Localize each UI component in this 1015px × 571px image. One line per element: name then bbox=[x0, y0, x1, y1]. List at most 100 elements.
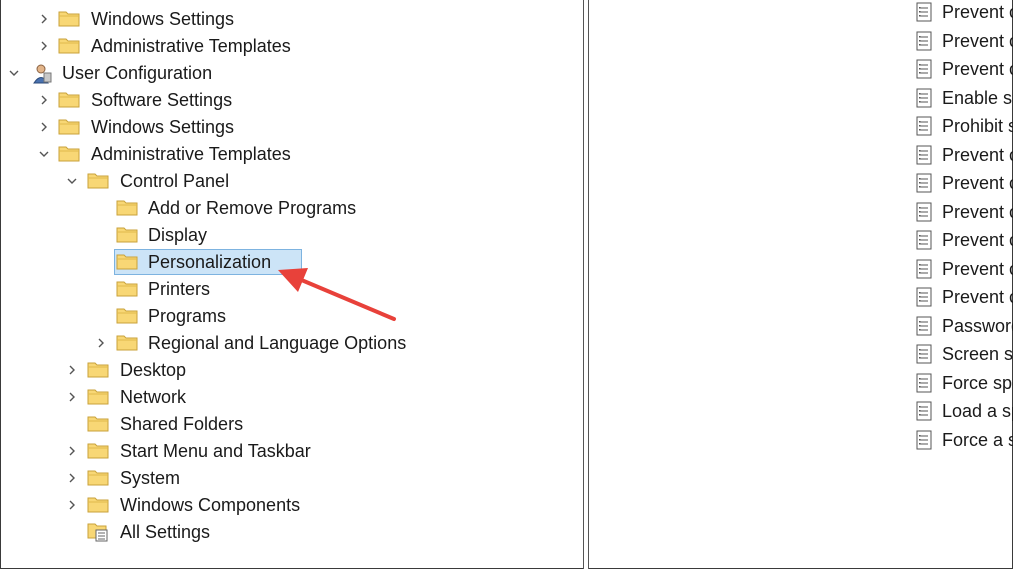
policy-label: Prevent c bbox=[942, 2, 1013, 22]
chevron-right-icon[interactable] bbox=[64, 443, 80, 459]
policy-setting-icon bbox=[916, 344, 932, 364]
policy-list-item[interactable]: Prevent c bbox=[916, 55, 1013, 83]
policy-setting-icon bbox=[916, 145, 932, 164]
chevron-down-icon[interactable] bbox=[6, 65, 22, 81]
tree-item-label: Administrative Templates bbox=[91, 144, 291, 164]
policy-label: Prevent c bbox=[942, 144, 1013, 165]
chevron-right-icon[interactable] bbox=[64, 362, 80, 378]
folder-icon bbox=[58, 144, 80, 162]
policy-label: Prevent c bbox=[942, 287, 1013, 307]
tree-item-label: Regional and Language Options bbox=[148, 333, 407, 353]
folder-icon bbox=[87, 171, 109, 189]
policy-label: Password bbox=[942, 315, 1013, 336]
folder-icon bbox=[87, 468, 109, 486]
policy-label: Force a sp bbox=[942, 429, 1013, 450]
chevron-down-icon[interactable] bbox=[36, 146, 52, 162]
policy-list-item[interactable]: Prohibit s bbox=[916, 112, 1013, 140]
policy-label: Prevent c bbox=[942, 230, 1013, 250]
chevron-right-icon[interactable] bbox=[64, 497, 80, 513]
chevron-down-icon[interactable] bbox=[64, 173, 80, 189]
policy-list-item[interactable]: Prevent c bbox=[916, 198, 1013, 226]
tree-item[interactable]: System bbox=[0, 465, 583, 492]
tree-item[interactable]: Administrative Templates bbox=[0, 33, 583, 60]
policy-setting-icon bbox=[916, 88, 932, 107]
policy-list-item[interactable]: Prevent c bbox=[916, 255, 1013, 283]
policy-list-item[interactable]: Prevent c bbox=[916, 27, 1013, 55]
policy-label: Enable sc bbox=[942, 87, 1013, 108]
tree-item-label: User Configuration bbox=[62, 63, 213, 83]
tree-item[interactable]: Start Menu and Taskbar bbox=[0, 438, 583, 465]
folder-icon bbox=[87, 441, 109, 459]
chevron-right-icon[interactable] bbox=[64, 470, 80, 486]
tree-item[interactable]: Network bbox=[0, 384, 583, 411]
policy-list-item[interactable]: Prevent c bbox=[916, 226, 1013, 254]
chevron-right-icon[interactable] bbox=[36, 38, 52, 54]
tree-item[interactable]: User Configuration bbox=[0, 60, 583, 87]
policy-list-item[interactable]: Password bbox=[916, 312, 1013, 340]
tree-item-label: Software Settings bbox=[91, 90, 233, 110]
policy-list-item[interactable]: Enable sc bbox=[916, 84, 1013, 112]
folder-icon bbox=[87, 495, 109, 513]
policy-setting-icon bbox=[916, 116, 932, 136]
tree-item[interactable]: Regional and Language Options bbox=[0, 330, 583, 357]
policy-setting-icon bbox=[916, 259, 932, 278]
chevron-right-icon[interactable] bbox=[36, 11, 52, 27]
pane-splitter[interactable] bbox=[583, 0, 589, 569]
policy-setting-icon bbox=[916, 287, 932, 307]
policy-list-item[interactable]: Prevent c bbox=[916, 141, 1013, 169]
policy-list-item[interactable]: Force spe bbox=[916, 369, 1013, 397]
tree-item[interactable]: All Settings bbox=[0, 519, 583, 546]
chevron-right-icon[interactable] bbox=[36, 119, 52, 135]
tree-item[interactable]: Windows Settings bbox=[0, 6, 583, 33]
tree-item-label: Control Panel bbox=[120, 171, 230, 191]
tree-item-label: Start Menu and Taskbar bbox=[120, 441, 311, 461]
policy-label: Prevent c bbox=[942, 59, 1013, 79]
tree-item-label: Display bbox=[148, 225, 208, 245]
tree-item[interactable]: Windows Components bbox=[0, 492, 583, 519]
tree-item[interactable]: Display bbox=[0, 222, 583, 249]
tree-item[interactable]: Shared Folders bbox=[0, 411, 583, 438]
chevron-right-icon[interactable] bbox=[36, 92, 52, 108]
policy-setting-icon bbox=[916, 373, 932, 392]
tree-item-label: All Settings bbox=[120, 522, 211, 542]
folder-icon bbox=[116, 252, 138, 270]
policy-list-item[interactable]: Force a sp bbox=[916, 426, 1013, 454]
policy-setting-icon bbox=[916, 59, 932, 79]
policy-list-item[interactable]: Prevent c bbox=[916, 169, 1013, 197]
tree-item[interactable]: Add or Remove Programs bbox=[0, 195, 583, 222]
folder-icon bbox=[116, 306, 138, 324]
user-config-icon bbox=[31, 63, 53, 84]
all-settings-icon bbox=[87, 522, 109, 542]
tree-item-label: Windows Settings bbox=[91, 117, 235, 137]
tree-item[interactable]: Software Settings bbox=[0, 87, 583, 114]
folder-icon bbox=[58, 90, 80, 108]
tree-item[interactable]: Administrative Templates bbox=[0, 141, 583, 168]
policy-label: Prevent c bbox=[942, 201, 1013, 222]
policy-setting-icon bbox=[916, 2, 932, 22]
tree-item-label: Programs bbox=[148, 306, 227, 326]
policy-list-item[interactable]: Screen sa bbox=[916, 340, 1013, 368]
tree-item[interactable]: Control Panel bbox=[0, 168, 583, 195]
tree-item-label: Add or Remove Programs bbox=[148, 198, 357, 218]
tree-item[interactable]: Windows Settings bbox=[0, 114, 583, 141]
tree-item-label: Printers bbox=[148, 279, 211, 299]
policy-label: Prevent c bbox=[942, 30, 1013, 51]
policy-list-item[interactable]: Prevent c bbox=[916, 283, 1013, 311]
policy-list-item[interactable]: Load a sp bbox=[916, 397, 1013, 425]
policy-list-pane[interactable]: Prevent c Prevent c Prevent c Enable sc Proh… bbox=[590, 0, 1013, 569]
policy-setting-icon bbox=[916, 430, 932, 449]
policy-label: Prevent c bbox=[942, 173, 1013, 193]
tree-item-label: Personalization bbox=[148, 252, 272, 272]
policy-label: Prohibit s bbox=[942, 116, 1013, 136]
folder-icon bbox=[58, 9, 80, 27]
policy-list-item[interactable]: Prevent c bbox=[916, 0, 1013, 26]
folder-icon bbox=[116, 225, 138, 243]
tree-item[interactable]: Desktop bbox=[0, 357, 583, 384]
folder-icon bbox=[116, 198, 138, 216]
chevron-right-icon[interactable] bbox=[64, 389, 80, 405]
tree-item-label: Shared Folders bbox=[120, 414, 244, 434]
folder-icon bbox=[87, 414, 109, 432]
chevron-right-icon[interactable] bbox=[93, 335, 109, 351]
tree-pane[interactable]: Windows Settings Administrative Templates… bbox=[0, 0, 583, 569]
folder-icon bbox=[87, 387, 109, 405]
